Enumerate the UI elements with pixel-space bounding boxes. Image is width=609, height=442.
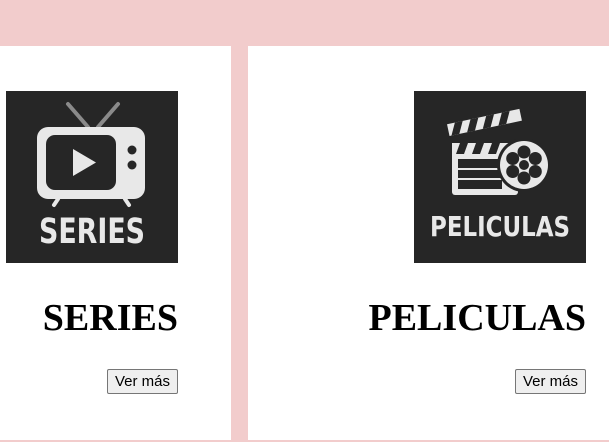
tv-series-icon: SERIES <box>6 91 178 263</box>
series-ver-mas-button[interactable]: Ver más <box>106 369 178 394</box>
series-title: SERIES <box>42 297 178 339</box>
movies-title: PELICULAS <box>368 297 587 339</box>
clapperboard-film-reel-icon: PELICULAS <box>414 91 586 263</box>
series-card: SERIES SERIES Ver más <box>0 46 231 440</box>
series-thumbnail[interactable]: SERIES <box>6 91 178 263</box>
series-icon-caption: SERIES <box>39 212 145 252</box>
movies-icon-caption: PELICULAS <box>430 210 570 243</box>
movies-ver-mas-button[interactable]: Ver más <box>514 369 586 394</box>
movies-thumbnail[interactable]: PELICULAS <box>414 91 586 263</box>
movies-card: PELICULAS PELICULAS Ver más <box>248 46 609 440</box>
